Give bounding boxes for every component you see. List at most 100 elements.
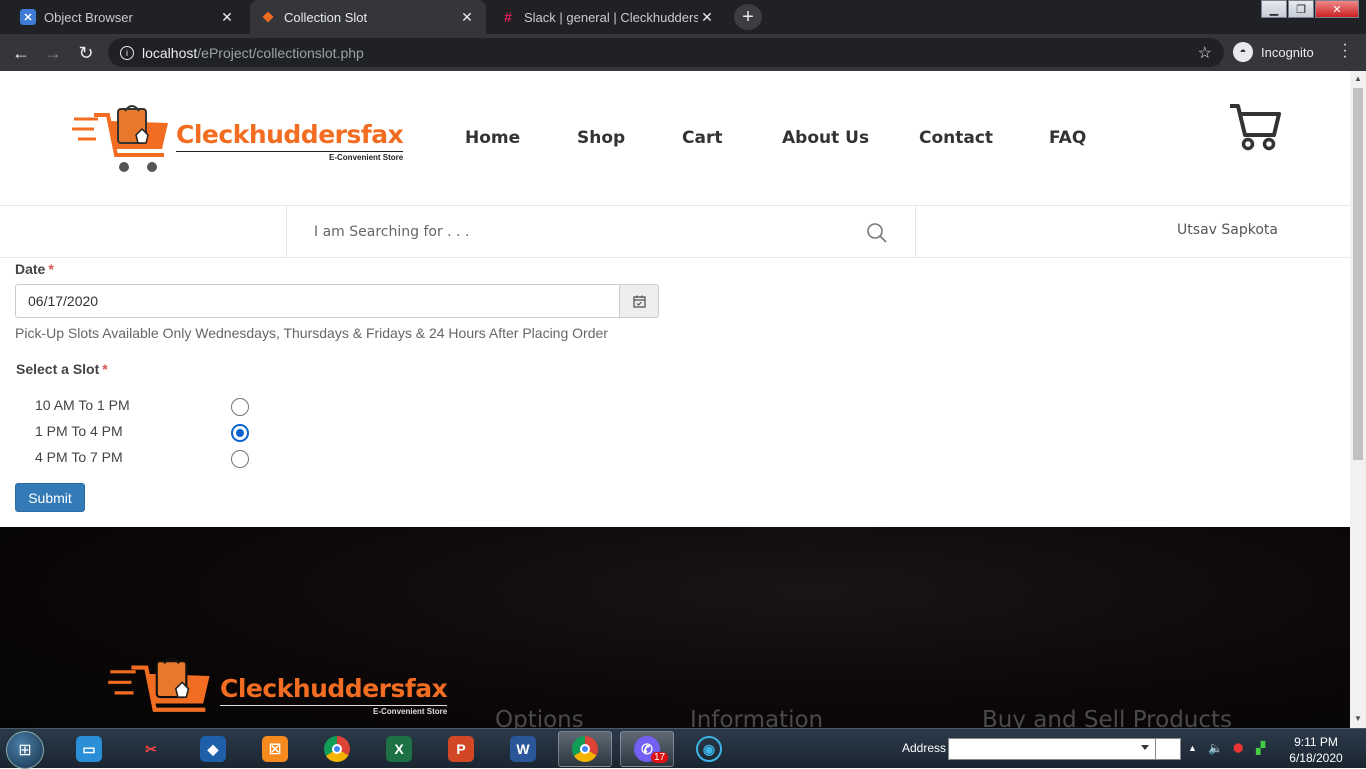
system-clock[interactable]: 9:11 PM 6/18/2020	[1286, 734, 1346, 766]
php-icon: ❖	[261, 8, 275, 25]
maximize-button[interactable]: ❐	[1288, 0, 1314, 18]
url-path: /eProject/collectionslot.php	[197, 44, 364, 61]
tab-label: Slack | general | Cleckhuddersfax	[524, 9, 698, 25]
taskbar-chrome-incognito[interactable]	[558, 731, 612, 767]
incognito-icon: ◓	[1233, 42, 1253, 62]
user-account-link[interactable]: Utsav Sapkota	[1177, 222, 1278, 238]
bookmark-star-icon[interactable]: ☆	[1198, 43, 1212, 63]
tab-object-browser[interactable]: ✕ Object Browser ✕	[10, 0, 246, 34]
nav-home[interactable]: Home	[465, 128, 520, 148]
clock-time: 9:11 PM	[1294, 735, 1338, 749]
excel-icon: X	[386, 736, 412, 762]
shopping-cart-icon[interactable]	[1228, 103, 1282, 151]
antivirus-icon[interactable]: ⬢	[1233, 741, 1243, 755]
slot-radio-10am-1pm[interactable]	[231, 398, 249, 416]
incognito-indicator[interactable]: ◓ Incognito	[1233, 39, 1314, 65]
incognito-label: Incognito	[1261, 44, 1314, 60]
taskbar-xampp[interactable]: ☒	[248, 731, 302, 767]
url-host: localhost	[142, 44, 198, 61]
virtualbox-icon: ◆	[200, 736, 226, 762]
site-info-icon[interactable]: i	[120, 45, 134, 60]
footer-heading-options: Options	[495, 707, 584, 728]
volume-icon[interactable]: 🔈	[1208, 741, 1223, 755]
nav-about-us[interactable]: About Us	[782, 128, 869, 148]
slot-radio-1pm-4pm[interactable]	[231, 424, 249, 442]
scrollbar-thumb[interactable]	[1353, 88, 1363, 460]
start-button[interactable]: ⊞	[6, 731, 44, 769]
brand-logo[interactable]: Cleckhuddersfax E-Convenient Store	[72, 105, 404, 177]
taskbar-viber[interactable]: ✆ 17	[620, 731, 674, 767]
snipping-tool-icon: ✂	[145, 740, 157, 757]
taskbar-virtualbox[interactable]: ◆	[186, 731, 240, 767]
slot-option-label: 10 AM To 1 PM	[35, 397, 130, 413]
tab-collection-slot[interactable]: ❖ Collection Slot ✕	[250, 0, 486, 34]
close-tab-icon[interactable]: ✕	[458, 9, 476, 26]
taskbar-address-go[interactable]	[1155, 738, 1181, 760]
nav-cart[interactable]: Cart	[682, 128, 722, 148]
show-hidden-icons-icon[interactable]: ▲	[1188, 743, 1197, 753]
scroll-down-icon[interactable]: ▼	[1354, 714, 1362, 723]
taskbar-powerpoint[interactable]: P	[434, 731, 488, 767]
nav-contact[interactable]: Contact	[919, 128, 993, 148]
dropdown-arrow-icon[interactable]	[1141, 745, 1149, 750]
required-mark: *	[48, 261, 54, 277]
site-header: Cleckhuddersfax E-Convenient Store Home …	[0, 71, 1350, 206]
slot-radio-4pm-7pm[interactable]	[231, 450, 249, 468]
taskbar-address-input[interactable]	[948, 738, 1156, 760]
close-tab-icon[interactable]: ✕	[698, 9, 716, 26]
close-tab-icon[interactable]: ✕	[218, 9, 236, 26]
site-footer: Cleckhuddersfax E-Convenient Store Optio…	[0, 527, 1350, 728]
slot-option-label: 4 PM To 7 PM	[35, 449, 123, 465]
page-viewport: Cleckhuddersfax E-Convenient Store Home …	[0, 71, 1350, 728]
taskbar-eye-app[interactable]: ◉	[682, 731, 736, 767]
network-icon[interactable]: ▞	[1256, 741, 1265, 755]
reload-button[interactable]: ↻	[73, 40, 99, 66]
viber-badge: 17	[651, 752, 669, 763]
calendar-icon	[632, 295, 646, 308]
slot-option-label: 1 PM To 4 PM	[35, 423, 123, 439]
tab-slack[interactable]: # Slack | general | Cleckhuddersfax ✕	[490, 0, 726, 34]
back-button[interactable]: ←	[8, 40, 34, 66]
taskbar-chrome[interactable]	[310, 731, 364, 767]
shopping-cart-logo-icon	[108, 657, 210, 712]
browser-toolbar: ← → ↻ i localhost/eProject/collectionslo…	[0, 34, 1366, 71]
search-row: Utsav Sapkota	[0, 206, 1350, 258]
tab-label: Object Browser	[44, 9, 133, 25]
taskbar-explorer[interactable]: ▭	[62, 731, 116, 767]
eye-icon: ◉	[696, 736, 722, 762]
search-input[interactable]	[314, 220, 854, 244]
powerpoint-icon: P	[448, 736, 474, 762]
chrome-icon	[572, 736, 598, 762]
shopping-cart-logo-icon	[72, 105, 168, 172]
footer-brand-logo[interactable]: Cleckhuddersfax E-Convenient Store	[106, 657, 448, 728]
footer-heading-buy-sell: Buy and Sell Products	[982, 707, 1233, 728]
search-icon[interactable]	[866, 222, 888, 244]
slot-label: Select a Slot *	[16, 361, 108, 377]
page-scrollbar[interactable]: ▲ ▼	[1350, 71, 1366, 728]
submit-button[interactable]: Submit	[15, 483, 85, 512]
minimize-button[interactable]: ▁	[1261, 0, 1287, 18]
browser-tab-strip: ✕ Object Browser ✕ ❖ Collection Slot ✕ #…	[0, 0, 1366, 34]
address-bar[interactable]: i localhost/eProject/collectionslot.php …	[108, 38, 1224, 67]
taskbar-address-label: Address	[902, 741, 947, 755]
calendar-button[interactable]	[619, 284, 659, 318]
nav-faq[interactable]: FAQ	[1049, 128, 1086, 148]
forward-button[interactable]: →	[40, 40, 66, 66]
chrome-icon	[324, 736, 350, 762]
close-window-button[interactable]: ✕	[1315, 0, 1359, 18]
slot-label-text: Select a Slot	[16, 361, 100, 377]
scroll-up-icon[interactable]: ▲	[1354, 74, 1362, 83]
brand-name: Cleckhuddersfax	[176, 120, 404, 149]
tab-label: Collection Slot	[284, 9, 368, 25]
xampp-icon: ✕	[20, 9, 36, 25]
browser-menu-icon[interactable]: · · ·	[1340, 37, 1350, 65]
taskbar-excel[interactable]: X	[372, 731, 426, 767]
date-picker	[15, 284, 659, 318]
date-label-text: Date	[15, 261, 46, 277]
nav-shop[interactable]: Shop	[577, 128, 625, 148]
date-input[interactable]	[15, 284, 620, 318]
taskbar-snipping-tool[interactable]: ✂	[124, 731, 178, 767]
new-tab-button[interactable]: +	[734, 4, 762, 30]
windows-taskbar: ⊞ ▭ ✂ ◆ ☒ X P W ✆ 17 ◉ Address ▲ 🔈 ⬢ ▞ 9…	[0, 728, 1366, 769]
taskbar-word[interactable]: W	[496, 731, 550, 767]
